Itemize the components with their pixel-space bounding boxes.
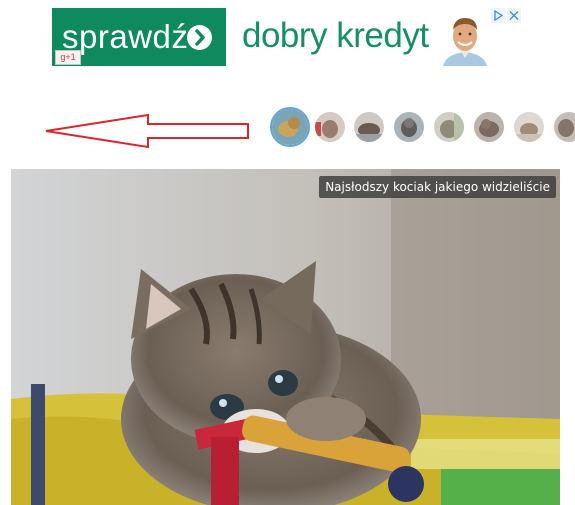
ad-banner[interactable]: sprawdź g+1 dobry kredyt bbox=[52, 8, 521, 66]
thumbnail-1[interactable] bbox=[270, 107, 310, 147]
thumbnail-strip bbox=[270, 107, 575, 147]
thumbnail-4[interactable] bbox=[394, 112, 424, 142]
ad-green-panel[interactable]: sprawdź g+1 bbox=[52, 8, 226, 66]
ad-person-image bbox=[443, 18, 487, 66]
kitten-photo bbox=[11, 169, 560, 505]
ad-text-panel[interactable]: dobry kredyt bbox=[226, 8, 521, 66]
thumbnail-6[interactable] bbox=[474, 112, 504, 142]
thumbnail-3[interactable] bbox=[354, 112, 384, 142]
chevron-right-icon[interactable] bbox=[187, 25, 212, 50]
main-image[interactable]: Najsłodszy kociak jakiego widzieliście bbox=[11, 169, 560, 505]
thumbnail-7[interactable] bbox=[514, 112, 544, 142]
ad-tagline: dobry kredyt bbox=[242, 16, 429, 55]
image-caption: Najsłodszy kociak jakiego widzieliście bbox=[319, 176, 556, 198]
thumbnail-2[interactable] bbox=[315, 112, 345, 142]
ad-choices-icon[interactable] bbox=[491, 8, 521, 23]
google-plus-button[interactable]: g+1 bbox=[55, 50, 81, 65]
thumbnail-5[interactable] bbox=[434, 112, 464, 142]
left-arrow-icon bbox=[45, 113, 249, 149]
thumbnail-8[interactable] bbox=[554, 112, 575, 142]
